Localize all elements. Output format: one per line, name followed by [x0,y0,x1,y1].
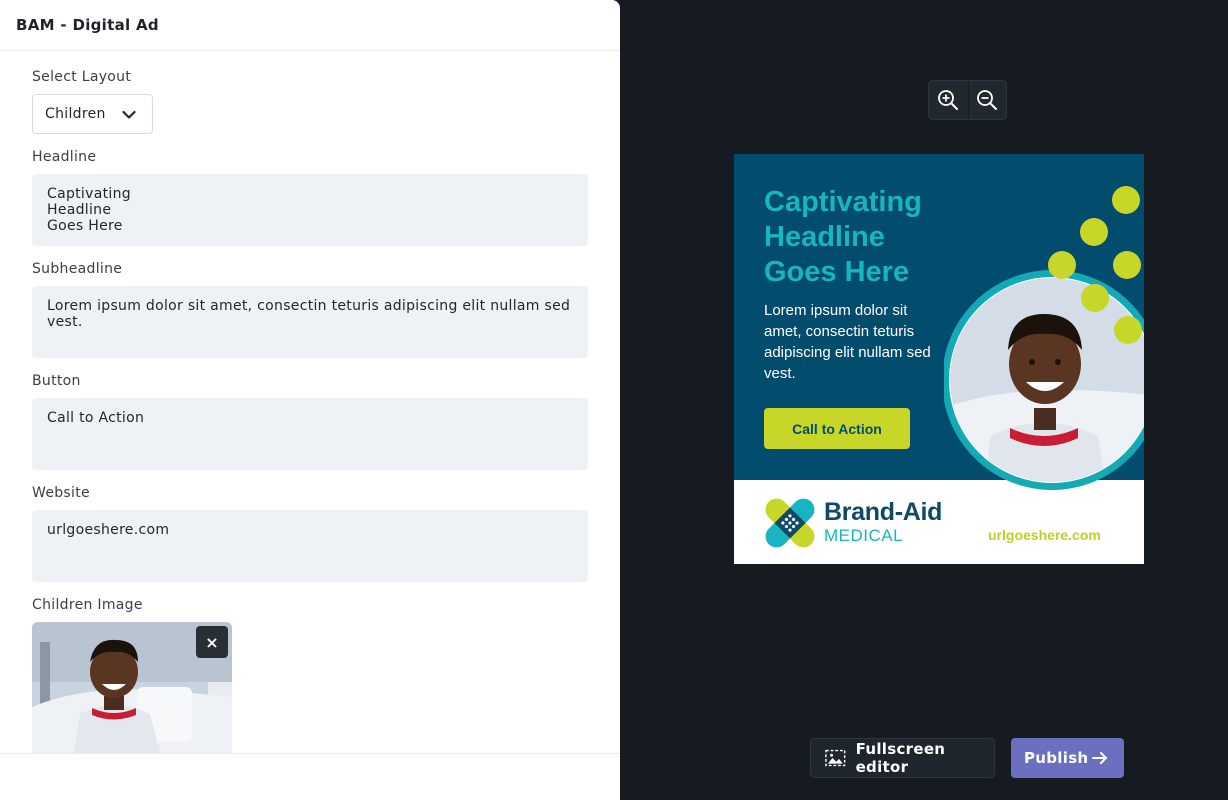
publish-button[interactable]: Publish [1011,738,1124,778]
headline-input[interactable]: Captivating Headline Goes Here [32,174,588,246]
headline-label: Headline [32,149,97,165]
ad-form: Select Layout Children Headline Captivat… [32,51,588,753]
close-icon: × [205,632,219,652]
subheadline-label: Subheadline [32,261,123,277]
button-text-input[interactable]: Call to Action [32,398,588,470]
zoom-controls [928,80,1007,120]
panel-footer [0,753,620,800]
zoom-out-icon [977,90,998,110]
ad-website-url: urlgoeshere.com [988,527,1101,543]
editor-panel: BAM - Digital Ad Select Layout Children … [0,0,620,800]
layout-label: Select Layout [32,69,132,85]
layout-select-value: Children [45,106,106,122]
fullscreen-editor-button[interactable]: Fullscreen editor [810,738,995,778]
ad-cta-button: Call to Action [764,408,910,449]
publish-label: Publish [1024,749,1089,767]
ad-subheadline: Lorem ipsum dolor sit amet, consectin te… [764,302,931,382]
ad-preview[interactable]: Captivating Headline Goes Here Lorem ips… [734,154,1144,564]
fullscreen-editor-label: Fullscreen editor [855,740,946,776]
ad-headline: Captivating Headline Goes Here [764,186,922,288]
fullscreen-image-icon [825,749,846,767]
website-label: Website [32,485,90,501]
zoom-in-icon [938,90,959,110]
remove-image-button[interactable]: × [196,626,228,658]
ad-brand-subtitle: MEDICAL [824,526,904,545]
panel-title: BAM - Digital Ad [16,16,159,34]
brand-aid-logo-icon [765,498,815,548]
panel-header: BAM - Digital Ad [0,0,620,51]
website-input[interactable]: urlgoeshere.com [32,510,588,582]
subheadline-input[interactable]: Lorem ipsum dolor sit amet, consectin te… [32,286,588,358]
chevron-down-icon [122,110,136,119]
button-label: Button [32,373,81,389]
ad-brand-name: Brand-Aid [824,498,943,526]
zoom-out-button[interactable] [967,81,1007,119]
layout-select[interactable]: Children [32,94,153,134]
children-image-label: Children Image [32,597,143,613]
zoom-in-button[interactable] [929,81,968,119]
arrow-right-icon [1092,752,1107,764]
ad-child-photo [944,270,1144,490]
